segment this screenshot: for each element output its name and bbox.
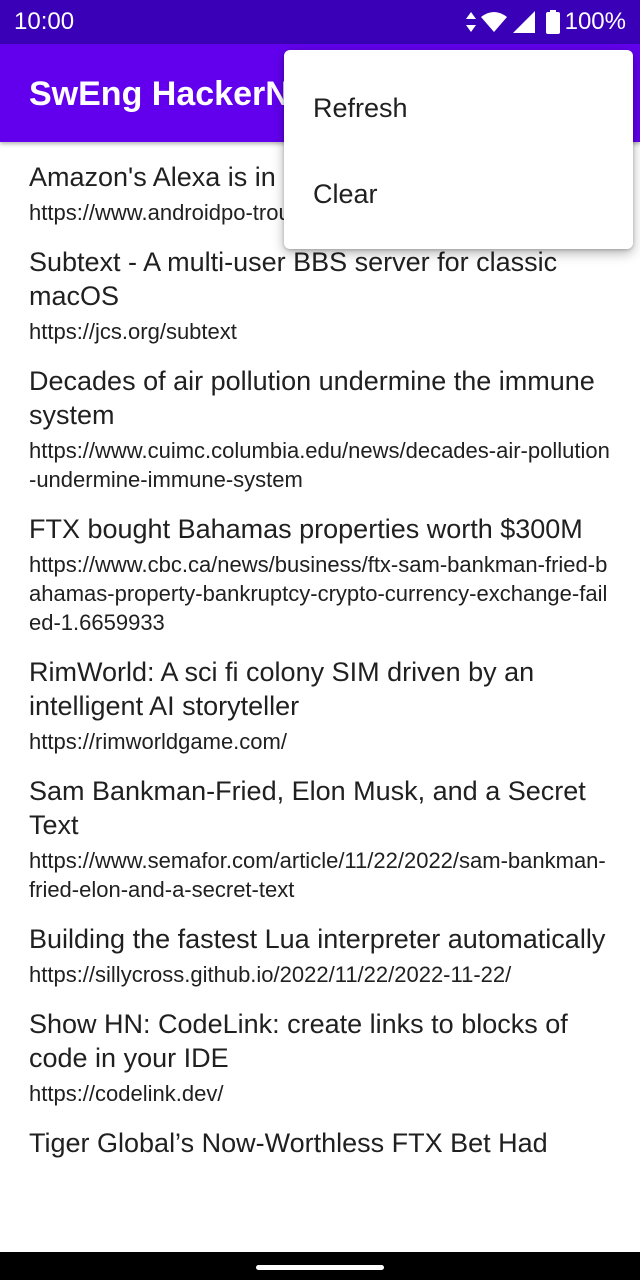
battery-percent: 100%: [564, 8, 626, 35]
story-title: RimWorld: A sci fi colony SIM driven by …: [29, 657, 535, 721]
story-item[interactable]: Decades of air pollution undermine the i…: [0, 346, 640, 494]
menu-item-refresh[interactable]: Refresh: [284, 65, 633, 151]
status-icons: 100%: [465, 7, 626, 37]
story-item[interactable]: FTX bought Bahamas properties worth $300…: [0, 494, 640, 637]
story-url: https://www.semafor.com/article/11/22/20…: [29, 848, 606, 902]
story-url: https://www.cbc.ca/news/business/ftx-sam…: [29, 552, 608, 635]
story-title: Tiger Global’s Now-Worthless FTX Bet Had: [29, 1128, 548, 1158]
battery-icon: [545, 10, 560, 34]
menu-item-clear[interactable]: Clear: [284, 151, 633, 237]
home-handle[interactable]: [256, 1265, 384, 1270]
story-title: Subtext - A multi-user BBS server for cl…: [29, 247, 558, 311]
wifi-icon: [480, 11, 508, 33]
story-url: https://jcs.org/subtext: [29, 319, 237, 344]
story-title: FTX bought Bahamas properties worth $300…: [29, 514, 583, 544]
story-url: https://sillycross.github.io/2022/11/22/…: [29, 962, 512, 987]
story-item[interactable]: Building the fastest Lua interpreter aut…: [0, 904, 640, 989]
status-time: 10:00: [14, 8, 75, 35]
story-title: Show HN: CodeLink: create links to block…: [29, 1009, 568, 1073]
story-item[interactable]: Sam Bankman-Fried, Elon Musk, and a Secr…: [0, 756, 640, 904]
navigation-bar: [0, 1252, 640, 1280]
story-url: https://www.cuimc.columbia.edu/news/deca…: [29, 438, 610, 492]
overflow-menu: Refresh Clear: [284, 50, 633, 249]
status-bar: 10:00 100%: [0, 0, 640, 44]
story-title: Sam Bankman-Fried, Elon Musk, and a Secr…: [29, 776, 586, 840]
story-item[interactable]: Tiger Global’s Now-Worthless FTX Bet Had: [0, 1108, 640, 1160]
story-list[interactable]: Amazon's Alexa is in https://www.android…: [0, 142, 640, 1252]
story-url: https://rimworldgame.com/: [29, 729, 287, 754]
signal-icon: [512, 10, 536, 34]
story-item[interactable]: Show HN: CodeLink: create links to block…: [0, 989, 640, 1108]
story-title: Decades of air pollution undermine the i…: [29, 366, 595, 430]
story-item[interactable]: RimWorld: A sci fi colony SIM driven by …: [0, 637, 640, 756]
story-url: https://codelink.dev/: [29, 1081, 224, 1106]
story-title: Building the fastest Lua interpreter aut…: [29, 924, 606, 954]
data-arrows-icon: [465, 11, 477, 33]
